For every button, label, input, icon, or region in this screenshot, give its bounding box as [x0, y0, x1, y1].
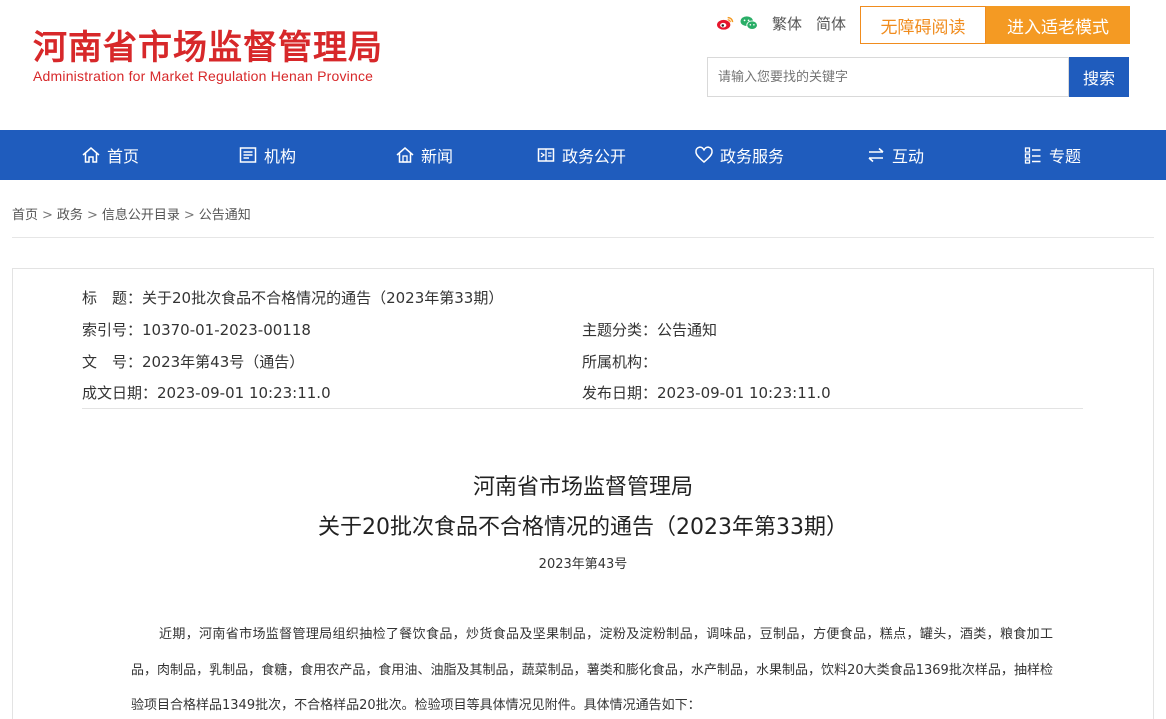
accessible-reading-button[interactable]: 无障碍阅读 [860, 6, 986, 44]
nav-label: 新闻 [421, 147, 454, 166]
nav-item-gov-service[interactable]: 政务服务 [694, 130, 784, 180]
heart-icon [695, 146, 713, 163]
meta-divider [82, 408, 1083, 409]
meta-title: 标 题：关于20批次食品不合格情况的通告（2023年第33期） [82, 289, 504, 307]
meta-organization: 所属机构： [582, 353, 658, 371]
home-icon [82, 147, 100, 163]
nav-label: 机构 [264, 147, 297, 166]
breadcrumb-affairs[interactable]: 政务 [57, 208, 83, 223]
breadcrumb: 首页 > 政务 > 信息公开目录 > 公告通知 [12, 204, 251, 223]
nav-label: 互动 [892, 147, 925, 166]
search-button[interactable]: 搜索 [1069, 57, 1129, 97]
nav-item-open-affairs[interactable]: 政务公开 [536, 130, 626, 180]
article-number: 2023年第43号 [538, 557, 628, 572]
main-nav: 首页 机构 新闻 政务公开 政务服务 互动 专题 [0, 130, 1166, 180]
open-icon [537, 148, 555, 162]
breadcrumb-notices[interactable]: 公告通知 [199, 208, 251, 223]
nav-label: 政务服务 [720, 147, 785, 166]
topic-icon [1024, 147, 1041, 164]
news-icon [396, 147, 414, 163]
nav-item-home[interactable]: 首页 [81, 130, 139, 180]
breadcrumb-separator: > [42, 208, 53, 223]
nav-item-news[interactable]: 新闻 [395, 130, 453, 180]
elder-mode-button[interactable]: 进入适老模式 [986, 6, 1130, 44]
breadcrumb-catalog[interactable]: 信息公开目录 [102, 208, 180, 223]
meta-category: 主题分类：公告通知 [582, 321, 718, 339]
breadcrumb-separator: > [86, 208, 98, 223]
meta-doc-number: 文 号：2023年第43号（通告） [82, 353, 305, 371]
meta-index-number: 索引号：10370-01-2023-00118 [82, 321, 311, 339]
content-panel: 标 题：关于20批次食品不合格情况的通告（2023年第33期） 索引号：1037… [12, 268, 1154, 719]
site-logo-en[interactable]: Administration for Market Regulation Hen… [33, 68, 373, 84]
meta-published-date: 发布日期：2023-09-01 10:23:11.0 [582, 384, 831, 402]
nav-label: 政务公开 [562, 147, 627, 166]
simplified-chinese-link[interactable]: 简体 [816, 13, 846, 34]
breadcrumb-divider [12, 237, 1154, 238]
nav-item-topic[interactable]: 专题 [1023, 130, 1081, 180]
traditional-chinese-link[interactable]: 繁体 [772, 13, 802, 34]
nav-item-interact[interactable]: 互动 [866, 130, 924, 180]
wechat-icon[interactable] [740, 15, 758, 31]
article-issuer: 河南省市场监督管理局 [472, 475, 693, 500]
article-title: 关于20批次食品不合格情况的通告（2023年第33期） [318, 515, 848, 540]
breadcrumb-separator: > [183, 208, 195, 223]
org-icon [239, 147, 257, 163]
search-input[interactable] [707, 57, 1069, 97]
top-tools: 繁体 简体 [716, 12, 846, 34]
article-paragraph: 近期，河南省市场监督管理局组织抽检了餐饮食品，炒货食品及坚果制品，淀粉及淀粉制品… [131, 627, 1053, 713]
nav-item-org[interactable]: 机构 [238, 130, 296, 180]
nav-label: 首页 [107, 147, 140, 166]
breadcrumb-home[interactable]: 首页 [12, 208, 38, 223]
meta-created-date: 成文日期：2023-09-01 10:23:11.0 [82, 384, 331, 402]
nav-label: 专题 [1049, 147, 1082, 166]
exchange-icon [868, 147, 884, 163]
site-logo-cn[interactable]: 河南省市场监督管理局 [33, 20, 383, 69]
weibo-icon[interactable] [716, 15, 734, 31]
site-header: 河南省市场监督管理局 Administration for Market Reg… [0, 0, 1166, 130]
